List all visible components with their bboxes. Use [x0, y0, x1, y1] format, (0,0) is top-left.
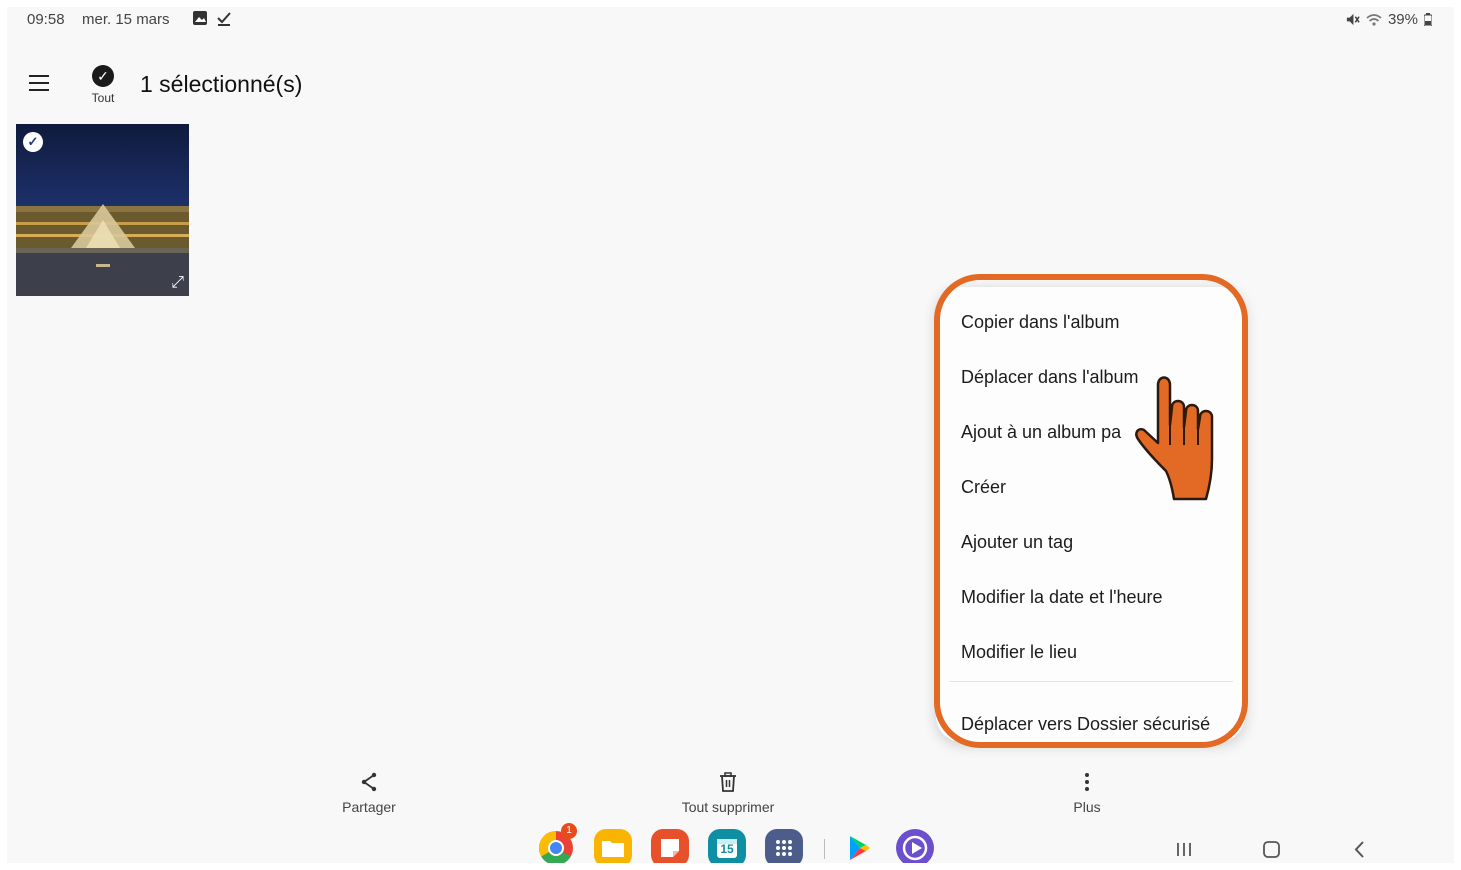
share-button[interactable]: Partager: [309, 771, 429, 815]
apps-grid-app[interactable]: [765, 829, 803, 863]
photo-thumbnail[interactable]: ✓ ⤢: [16, 124, 189, 296]
status-notification-icons: [192, 10, 232, 28]
hamburger-icon: [29, 75, 49, 77]
notification-badge: 1: [561, 823, 577, 839]
recent-apps-button[interactable]: [1169, 835, 1199, 863]
calendar-day: 15: [720, 842, 734, 856]
menu-button[interactable]: [29, 75, 49, 93]
status-date: mer. 15 mars: [82, 11, 170, 28]
share-icon: [361, 772, 377, 792]
back-icon: [1354, 841, 1364, 858]
delete-all-button[interactable]: Tout supprimer: [668, 771, 788, 815]
calendar-app[interactable]: 15: [708, 829, 746, 863]
mute-icon: [1346, 13, 1360, 26]
samsung-notes-app[interactable]: [651, 829, 689, 863]
more-vertical-icon: [1085, 773, 1089, 791]
select-all-button[interactable]: ✓ Tout: [85, 65, 121, 105]
battery-percent: 39%: [1387, 11, 1418, 28]
more-label: Plus: [1073, 799, 1101, 815]
check-all-icon: ✓: [92, 65, 114, 87]
screen-recorder-icon: [902, 835, 928, 861]
play-store-icon: [850, 836, 870, 860]
gallery-icon: [193, 11, 207, 25]
home-icon: [1263, 841, 1280, 858]
screen-recorder-app[interactable]: [896, 829, 934, 863]
status-time: 09:58: [27, 11, 65, 28]
battery-icon: [1424, 13, 1432, 26]
page-title: 1 sélectionné(s): [140, 71, 303, 97]
selected-check-icon[interactable]: ✓: [23, 132, 43, 152]
status-bar: 09:58 mer. 15 mars 39%: [7, 7, 1454, 35]
my-files-app[interactable]: [594, 829, 632, 863]
delete-all-label: Tout supprimer: [681, 799, 775, 815]
hamburger-line: [29, 89, 49, 91]
expand-icon[interactable]: ⤢: [171, 274, 184, 292]
status-right: 39%: [1345, 11, 1432, 28]
wifi-icon: [1366, 13, 1382, 26]
play-store-app[interactable]: [839, 829, 877, 863]
samsung-notes-icon: [661, 839, 679, 857]
louvre-photo: [16, 124, 189, 296]
home-button[interactable]: [1257, 835, 1287, 863]
trash-icon: [720, 772, 736, 792]
recent-apps-icon: [1177, 843, 1191, 856]
hamburger-line: [29, 82, 49, 84]
more-button[interactable]: Plus: [1027, 771, 1147, 815]
apps-grid-icon: [776, 840, 792, 856]
check-download-icon: [217, 12, 231, 26]
my-files-icon: [602, 841, 624, 857]
highlight-outline: [934, 274, 1248, 748]
pointing-hand-icon: [1135, 376, 1214, 501]
chrome-app[interactable]: 1: [537, 823, 577, 863]
back-button[interactable]: [1344, 835, 1374, 863]
dock-divider: [824, 839, 825, 859]
select-all-label: Tout: [91, 91, 115, 105]
share-label: Partager: [342, 799, 396, 815]
